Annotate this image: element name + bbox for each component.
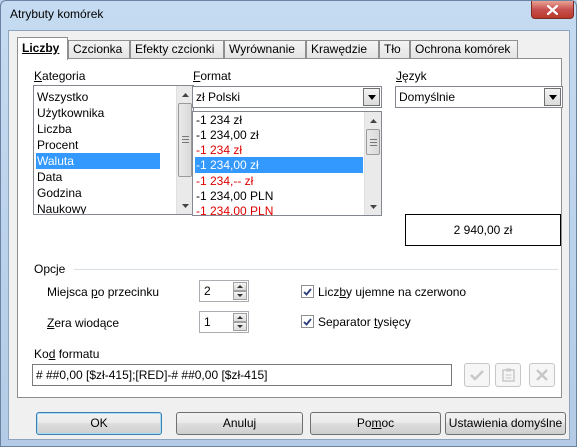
title-bar[interactable]: Atrybuty komórek xyxy=(1,1,576,27)
thousands-separator-label[interactable]: Separator tysięcy xyxy=(318,315,411,329)
format-listbox[interactable]: -1 234 zł -1 234,00 zł -1 234 zł -1 234,… xyxy=(192,111,382,216)
format-preview: 2 940,00 zł xyxy=(405,214,561,246)
list-item[interactable]: -1 234,00 PLN xyxy=(195,203,363,215)
list-item[interactable]: Naukowy xyxy=(36,201,160,214)
category-listbox[interactable]: Wszystko Użytkownika Liczba Procent Walu… xyxy=(33,85,194,215)
chevron-up-icon xyxy=(237,285,243,288)
list-item[interactable]: Użytkownika xyxy=(36,105,160,121)
leading-zeros-value: 1 xyxy=(204,315,211,329)
options-separator xyxy=(74,269,558,270)
negative-red-checkbox[interactable] xyxy=(301,285,314,298)
category-scrollbar[interactable] xyxy=(176,86,193,214)
dialog-body: Liczby Czcionka Efekty czcionki Wyrównan… xyxy=(8,30,570,440)
list-item[interactable]: Data xyxy=(36,169,160,185)
decimal-places-value: 2 xyxy=(204,284,211,298)
scroll-down-button[interactable] xyxy=(177,197,193,214)
tab-liczby[interactable]: Liczby xyxy=(17,37,68,60)
list-item-selected[interactable]: -1 234,00 zł xyxy=(195,157,363,173)
leading-zeros-spinner[interactable]: 1 xyxy=(199,311,249,333)
list-item[interactable]: -1 234,-- zł xyxy=(195,173,363,189)
list-item[interactable]: Liczba xyxy=(36,121,160,137)
format-label: Format xyxy=(193,69,232,83)
checkmark-icon xyxy=(303,317,312,326)
format-code-label: Kod formatu xyxy=(34,347,100,361)
chevron-up-icon xyxy=(181,92,189,97)
tab-efekty-czcionki[interactable]: Efekty czcionki xyxy=(130,40,224,59)
spin-up-button[interactable] xyxy=(233,313,247,322)
tab-krawedzie[interactable]: Krawędzie xyxy=(306,40,379,59)
chevron-down-icon xyxy=(369,204,377,209)
checkmark-icon xyxy=(303,287,312,296)
chevron-down-icon xyxy=(237,294,243,297)
chevron-down-icon xyxy=(367,94,376,100)
list-item[interactable]: Godzina xyxy=(36,185,160,201)
scroll-thumb[interactable] xyxy=(366,129,380,155)
scroll-up-button[interactable] xyxy=(365,112,381,129)
tab-tlo[interactable]: Tło xyxy=(379,40,410,59)
language-combo[interactable]: Domyślnie xyxy=(395,86,563,108)
format-code-input[interactable]: # ##0,00 [$zł-415];[RED]-# ##0,00 [$zł-4… xyxy=(32,364,452,386)
language-combo-value: Domyślnie xyxy=(399,90,456,104)
scroll-up-button[interactable] xyxy=(177,86,193,103)
edit-comment-button[interactable] xyxy=(495,363,521,387)
checkmark-icon xyxy=(470,370,484,381)
list-item[interactable]: -1 234,00 zł xyxy=(195,127,363,143)
currency-combo[interactable]: zł Polski xyxy=(192,86,382,108)
spin-down-button[interactable] xyxy=(233,291,247,300)
help-button[interactable]: Pomoc xyxy=(310,412,441,435)
delete-icon xyxy=(536,369,548,381)
chevron-down-icon xyxy=(181,203,189,208)
tab-czcionka[interactable]: Czcionka xyxy=(68,40,130,59)
language-combo-dropdown[interactable] xyxy=(544,88,561,106)
close-icon xyxy=(547,4,558,15)
category-label: Kategoria xyxy=(34,69,86,83)
ok-button[interactable]: OK xyxy=(36,412,162,435)
format-scrollbar[interactable] xyxy=(364,112,381,215)
list-item[interactable]: Procent xyxy=(36,137,160,153)
tab-panel-liczby: Kategoria Wszystko Użytkownika Liczba Pr… xyxy=(17,58,563,398)
tab-wyrownanie[interactable]: Wyrównanie xyxy=(224,40,306,59)
options-label: Opcje xyxy=(34,262,66,276)
list-item[interactable]: -1 234 zł xyxy=(195,142,363,158)
spin-down-button[interactable] xyxy=(233,322,247,331)
list-item-selected[interactable]: Waluta xyxy=(36,153,160,169)
close-button[interactable] xyxy=(531,1,574,19)
list-item[interactable]: Wszystko xyxy=(36,89,160,105)
decimal-places-spinner[interactable]: 2 xyxy=(199,280,249,302)
currency-combo-dropdown[interactable] xyxy=(363,88,380,106)
negative-red-label[interactable]: Liczby ujemne na czerwono xyxy=(318,285,466,299)
delete-format-button[interactable] xyxy=(529,363,555,387)
dialog-window: Atrybuty komórek Liczby Czcionka Efekty … xyxy=(0,0,577,447)
scroll-down-button[interactable] xyxy=(365,198,381,215)
chevron-up-icon xyxy=(369,118,377,123)
note-icon xyxy=(501,368,515,382)
chevron-up-icon xyxy=(237,316,243,319)
scroll-thumb[interactable] xyxy=(178,103,192,177)
cancel-button[interactable]: Anuluj xyxy=(176,412,303,435)
currency-combo-value: zł Polski xyxy=(196,90,241,104)
thousands-separator-checkbox[interactable] xyxy=(301,315,314,328)
reset-defaults-button[interactable]: Ustawienia domyślne xyxy=(445,412,566,435)
accept-format-button[interactable] xyxy=(464,363,490,387)
window-title: Atrybuty komórek xyxy=(10,7,104,21)
chevron-down-icon xyxy=(237,325,243,328)
chevron-down-icon xyxy=(548,94,557,100)
leading-zeros-label: Zera wiodące xyxy=(47,316,120,330)
spin-up-button[interactable] xyxy=(233,282,247,291)
tab-ochrona-komorek[interactable]: Ochrona komórek xyxy=(410,40,518,59)
decimal-places-label: Miejsca po przecinku xyxy=(47,285,160,299)
list-item[interactable]: -1 234 zł xyxy=(195,112,363,128)
list-item[interactable]: -1 234,00 PLN xyxy=(195,188,363,204)
language-label: Język xyxy=(396,69,427,83)
